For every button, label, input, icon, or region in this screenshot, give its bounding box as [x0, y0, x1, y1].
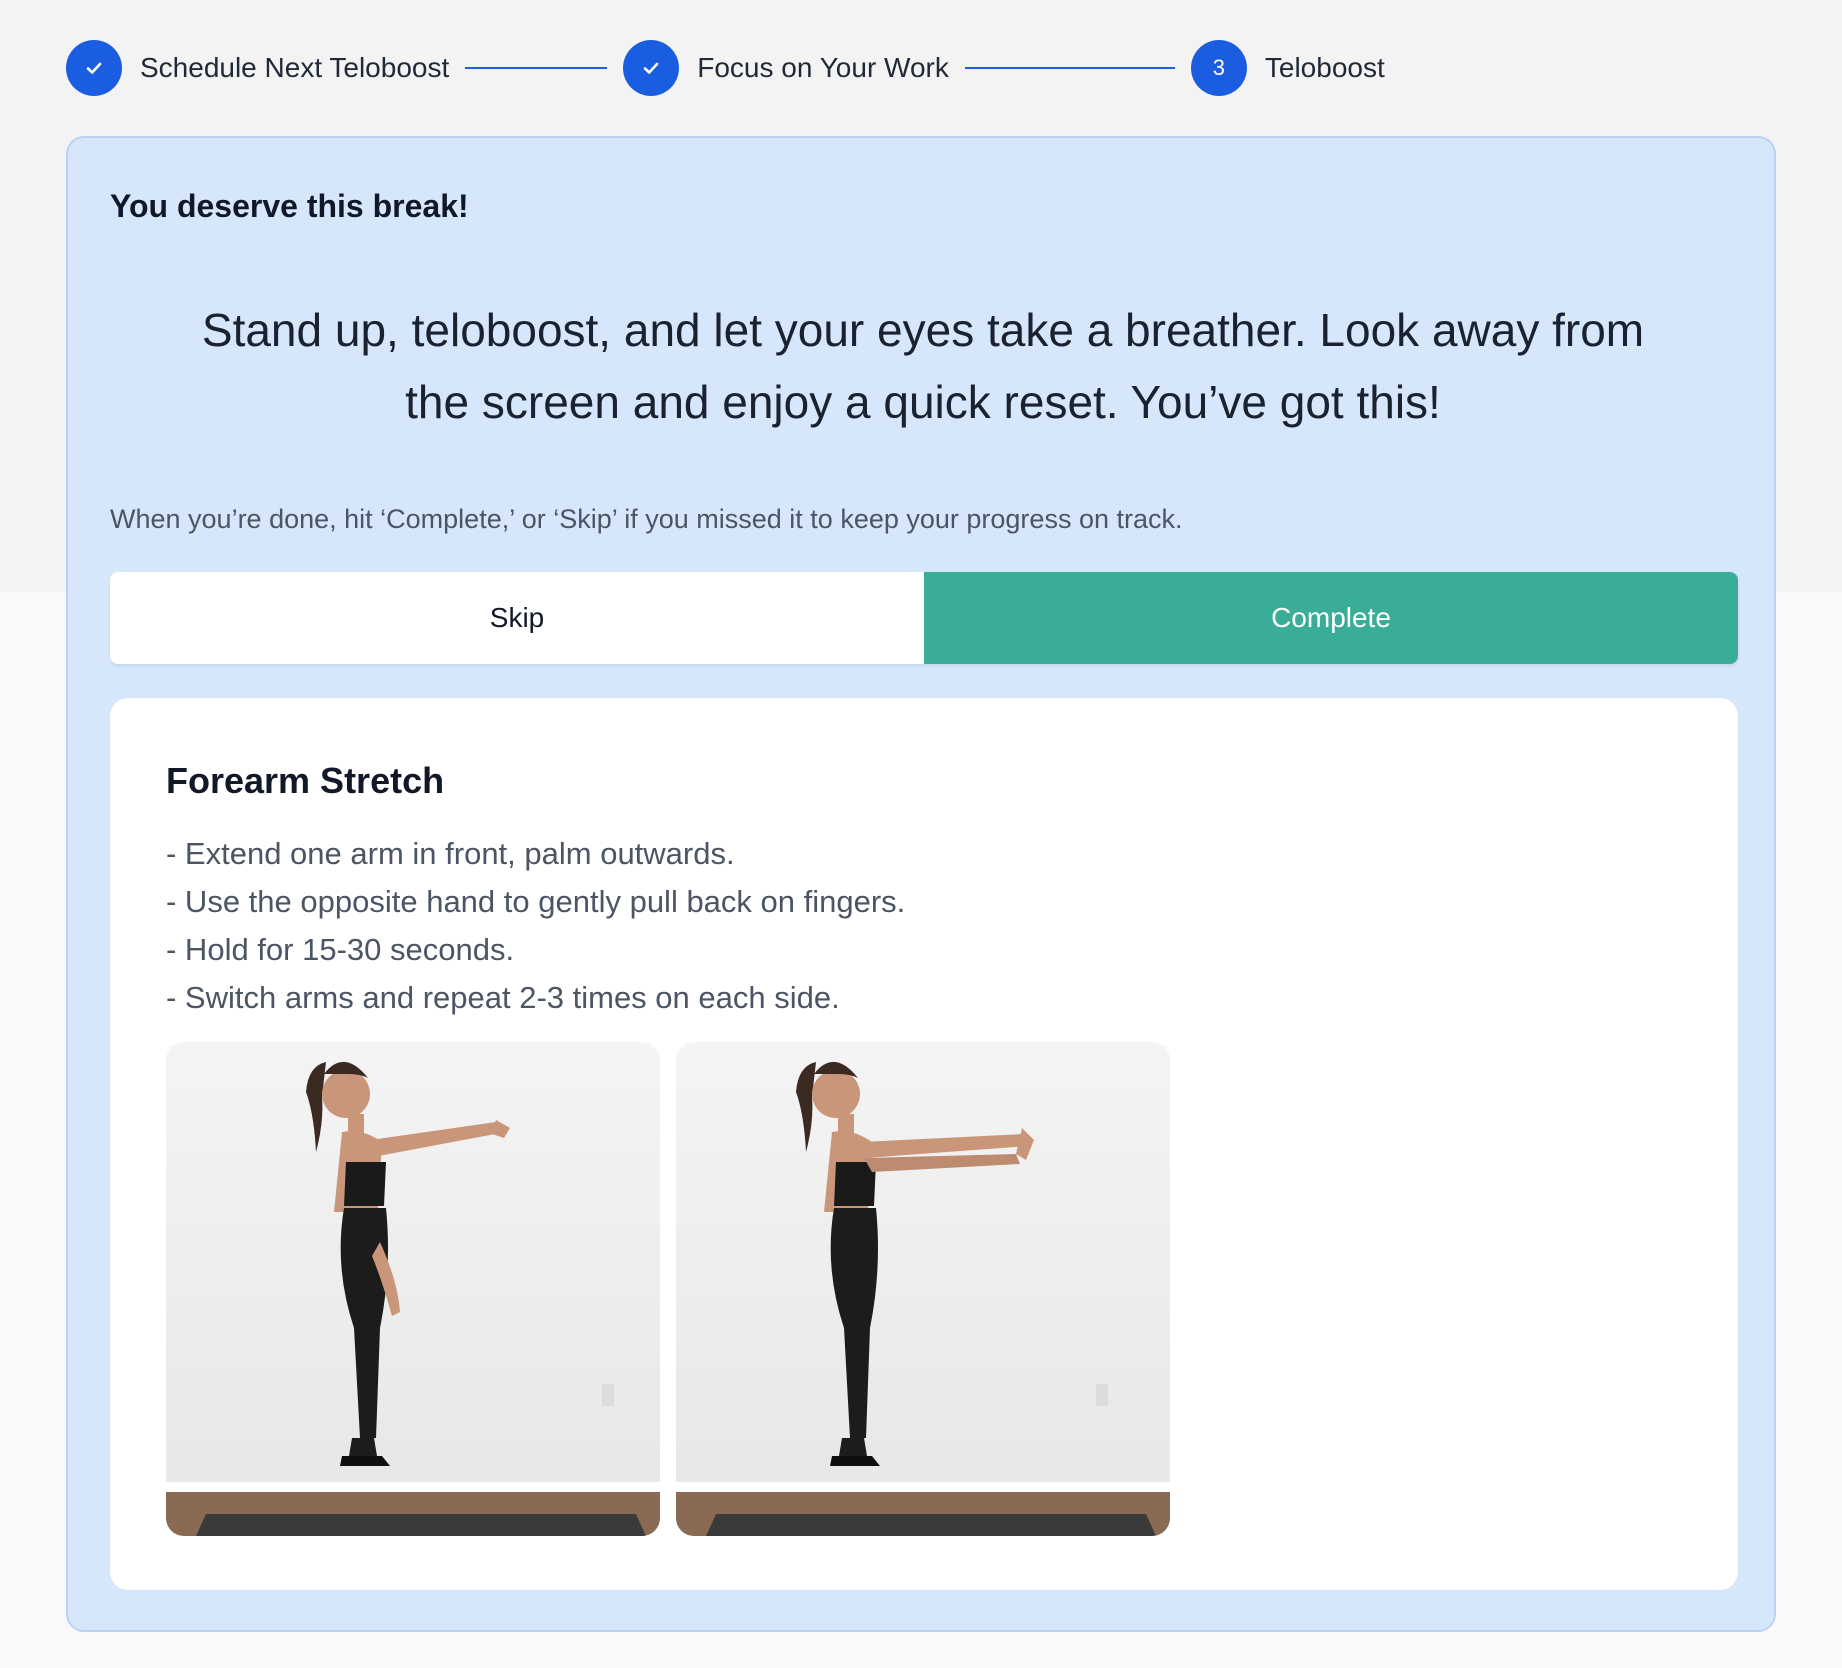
check-icon [623, 40, 680, 96]
exercise-steps: - Extend one arm in front, palm outwards… [166, 830, 905, 1022]
break-headline: Stand up, teloboost, and let your eyes t… [201, 304, 1645, 428]
check-icon [66, 40, 122, 96]
step-label: Schedule Next Teloboost [140, 52, 450, 83]
action-buttons: Skip Complete [110, 572, 1738, 664]
exercise-title: Forearm Stretch [166, 760, 445, 801]
step-label: Focus on Your Work [697, 52, 949, 83]
exercise-photo-arm-extended [166, 1042, 660, 1536]
exercise-step: - Switch arms and repeat 2-3 times on ea… [166, 980, 840, 1015]
exercise-images [166, 1042, 1170, 1536]
exercise-panel: Forearm Stretch - Extend one arm in fron… [110, 698, 1738, 1590]
step-connector [964, 67, 1175, 69]
skip-button[interactable]: Skip [110, 572, 924, 664]
exercise-step: - Use the opposite hand to gently pull b… [166, 884, 906, 919]
step-label: Teloboost [1264, 52, 1385, 83]
step-teloboost[interactable]: 3 Teloboost [1190, 40, 1385, 96]
step-connector [465, 67, 608, 69]
step-schedule[interactable]: Schedule Next Teloboost [66, 40, 449, 96]
step-number: 3 [1190, 40, 1247, 96]
instruction-text: When you’re done, hit ‘Complete,’ or ‘Sk… [110, 504, 1183, 534]
exercise-step: - Extend one arm in front, palm outwards… [166, 836, 735, 871]
step-focus[interactable]: Focus on Your Work [623, 40, 949, 96]
progress-stepper: Schedule Next Teloboost Focus on Your Wo… [66, 40, 1385, 96]
break-card: You deserve this break! Stand up, telobo… [66, 136, 1776, 1632]
exercise-step: - Hold for 15-30 seconds. [166, 932, 515, 967]
complete-button[interactable]: Complete [924, 572, 1738, 664]
exercise-photo-finger-pull [676, 1042, 1170, 1536]
card-kicker: You deserve this break! [110, 188, 469, 224]
